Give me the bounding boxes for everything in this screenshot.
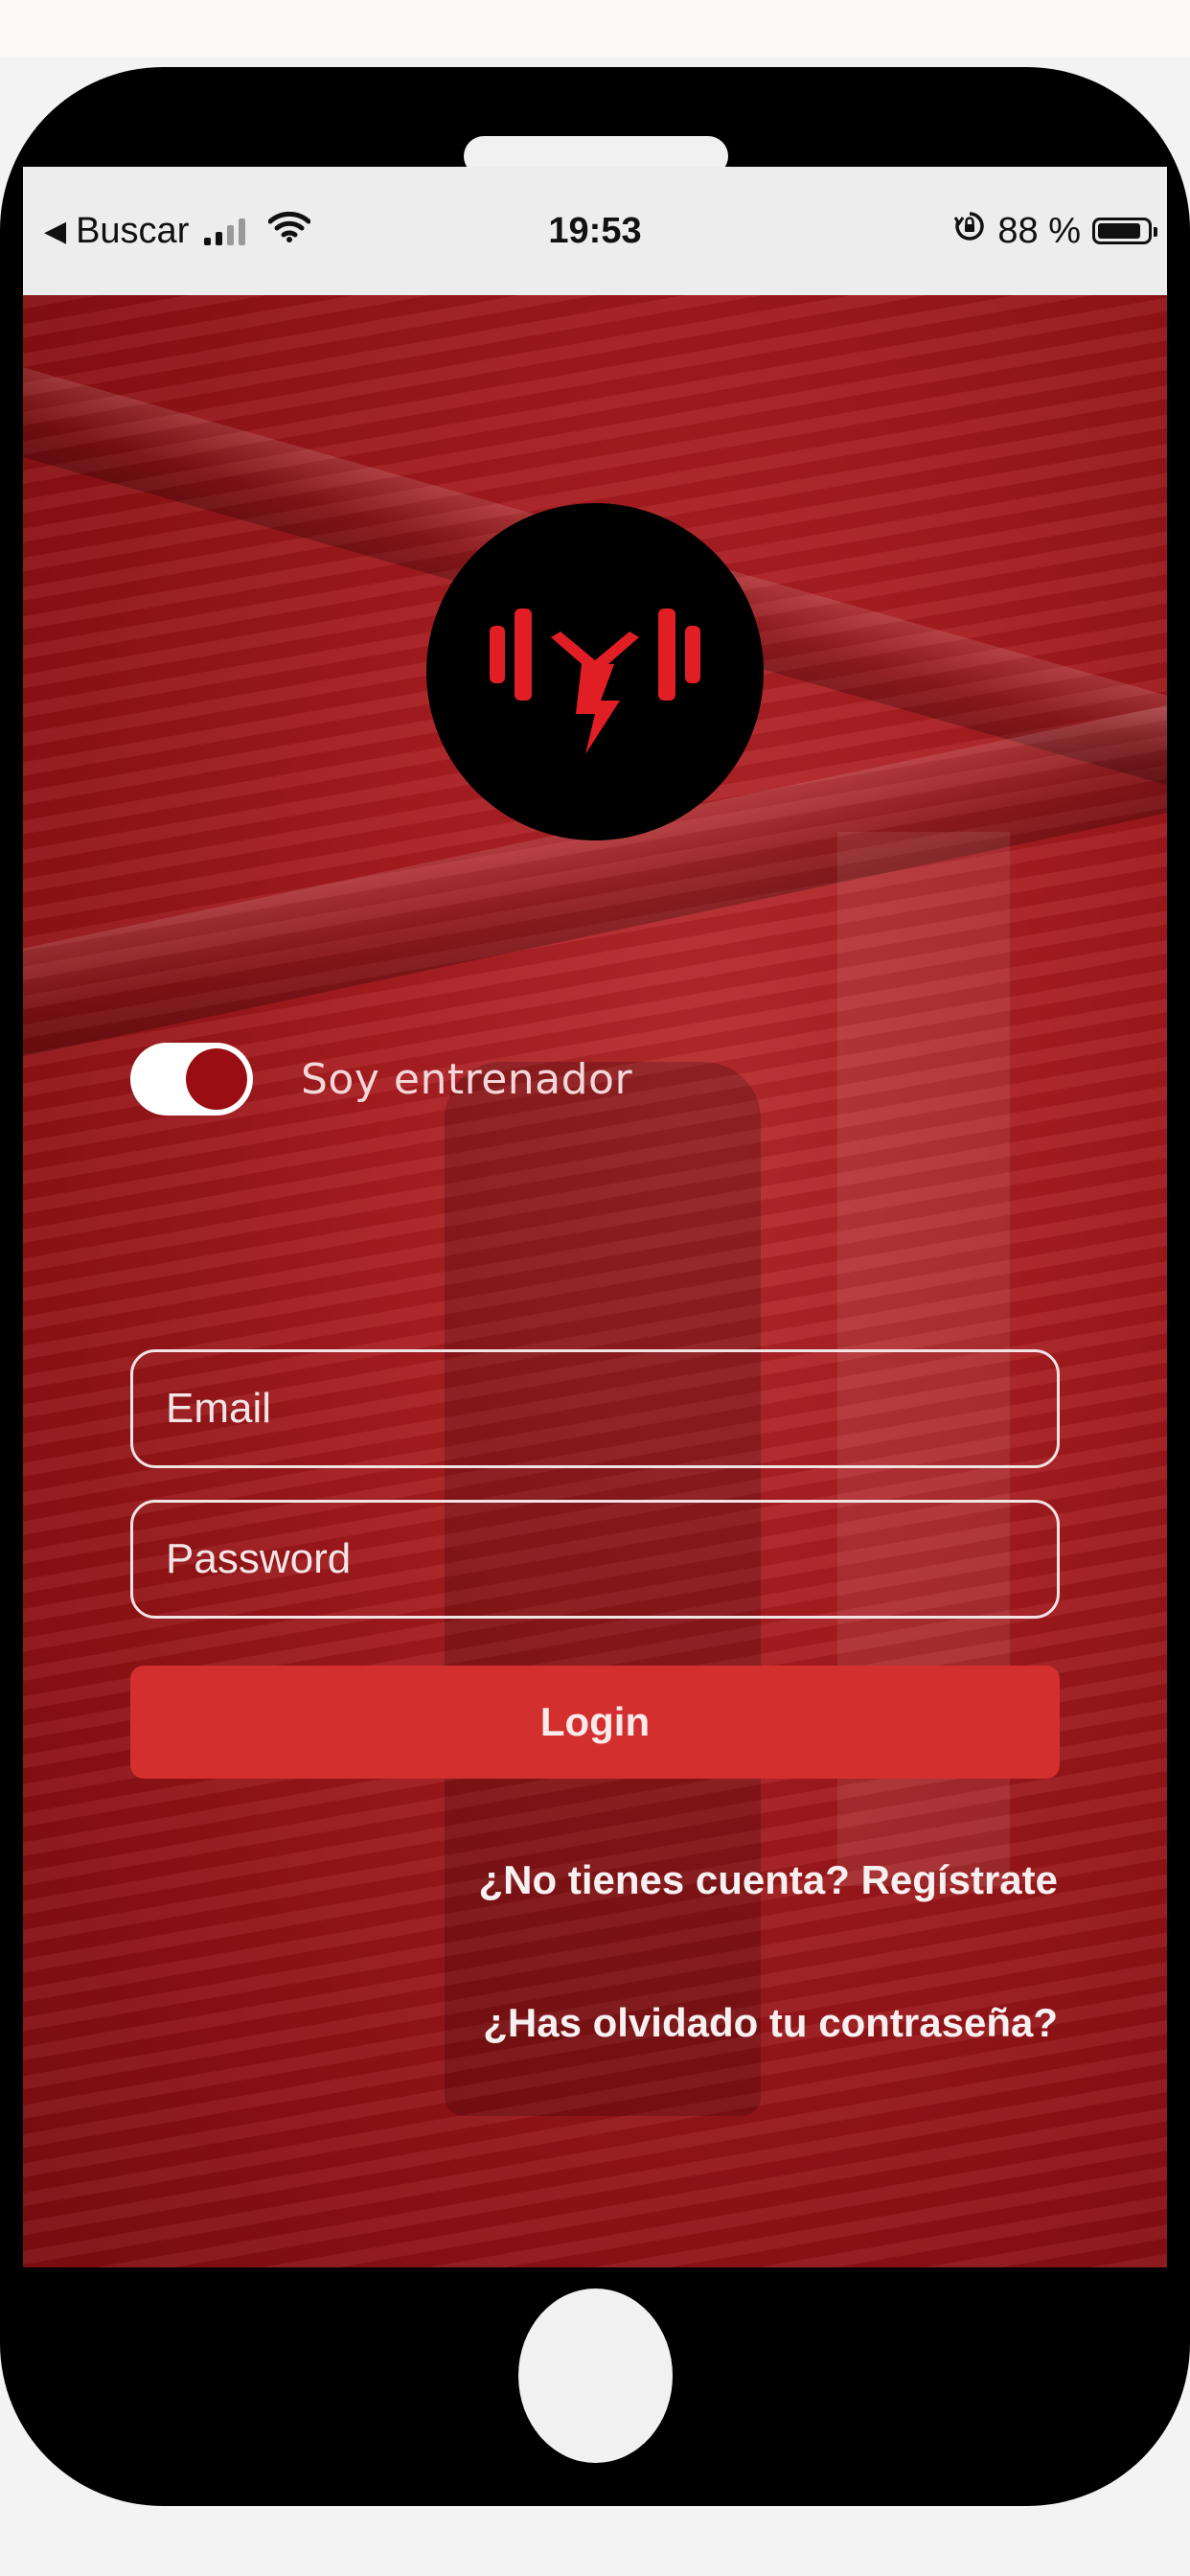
toggle-knob: [186, 1048, 247, 1110]
home-button[interactable]: [518, 2288, 673, 2463]
app-screen: ◀ Buscar 19:53 88 % Soy entrenador Email…: [23, 167, 1167, 2267]
email-input[interactable]: [133, 1352, 1057, 1465]
forgot-password-link[interactable]: ¿Has olvidado tu contraseña?: [483, 2000, 1058, 2046]
battery-icon: [1092, 218, 1157, 244]
trainer-toggle[interactable]: [130, 1043, 253, 1116]
login-background: Soy entrenador Login ¿No tienes cuenta? …: [23, 295, 1167, 2267]
status-bar: ◀ Buscar 19:53 88 %: [23, 167, 1167, 295]
password-field-container: [130, 1500, 1060, 1619]
battery-percent: 88 %: [997, 210, 1081, 251]
status-bar-right: 88 %: [953, 167, 1157, 295]
email-field-container: [130, 1349, 1060, 1468]
trainer-toggle-label: Soy entrenador: [301, 1054, 633, 1104]
page-background-top: [0, 0, 1190, 58]
register-link[interactable]: ¿No tienes cuenta? Regístrate: [479, 1857, 1058, 1903]
battery-level: [1098, 223, 1140, 239]
password-input[interactable]: [133, 1503, 1057, 1616]
trainer-toggle-row: Soy entrenador: [130, 1039, 632, 1119]
app-logo: [426, 503, 764, 840]
barbell-lightning-logo: [490, 609, 700, 754]
rotation-lock-icon: [953, 210, 986, 252]
login-button[interactable]: Login: [130, 1666, 1060, 1779]
